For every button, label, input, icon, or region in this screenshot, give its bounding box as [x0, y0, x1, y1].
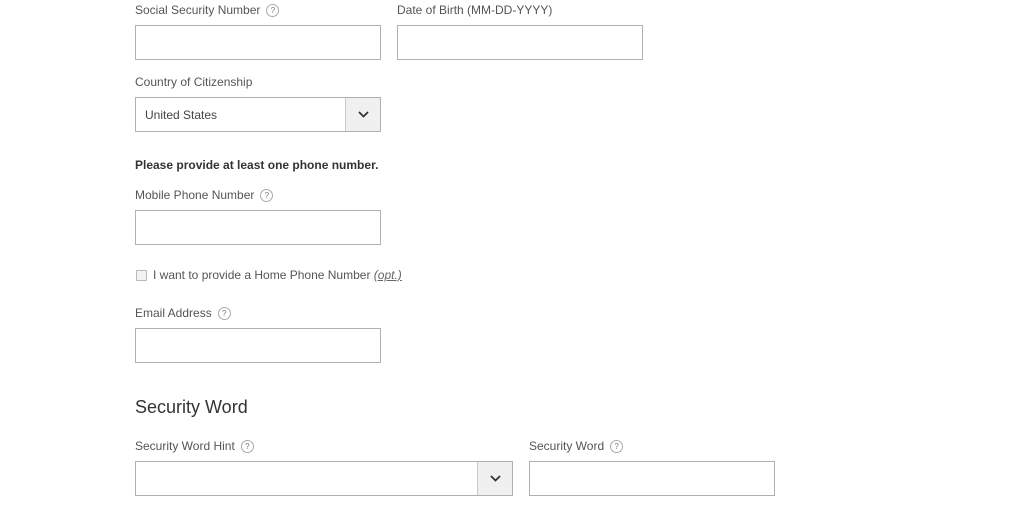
dob-input[interactable] [397, 25, 643, 60]
security-hint-label: Security Word Hint? [135, 439, 254, 453]
home-phone-option: I want to provide a Home Phone Number (o… [136, 268, 402, 282]
email-help-icon[interactable]: ? [217, 307, 231, 320]
email-label-text: Email Address [135, 306, 212, 320]
security-word-help-icon[interactable]: ? [610, 440, 624, 453]
citizenship-select[interactable]: United States [135, 97, 381, 132]
phone-note: Please provide at least one phone number… [135, 158, 379, 172]
security-word-label: Security Word? [529, 439, 624, 453]
security-hint-help-icon[interactable]: ? [240, 440, 254, 453]
chevron-down-icon [489, 475, 501, 482]
security-hint-label-text: Security Word Hint [135, 439, 235, 453]
security-hint-dropdown-button[interactable] [477, 462, 512, 495]
email-input[interactable] [135, 328, 381, 363]
ssn-help-icon[interactable]: ? [266, 4, 280, 17]
home-phone-label-text: I want to provide a Home Phone Number [153, 268, 371, 282]
ssn-label-text: Social Security Number [135, 3, 261, 17]
citizenship-label: Country of Citizenship [135, 75, 253, 89]
email-label: Email Address? [135, 306, 231, 320]
mobile-help-icon[interactable]: ? [260, 189, 274, 202]
citizenship-selected-value: United States [145, 107, 218, 122]
security-hint-selected-value [136, 462, 477, 495]
ssn-input[interactable] [135, 25, 381, 60]
mobile-phone-input[interactable] [135, 210, 381, 245]
optional-link[interactable]: (opt.) [374, 268, 402, 282]
home-phone-checkbox-label[interactable]: I want to provide a Home Phone Number (o… [153, 268, 402, 282]
citizenship-dropdown-button[interactable] [345, 98, 380, 131]
ssn-label: Social Security Number? [135, 3, 280, 17]
security-word-label-text: Security Word [529, 439, 605, 453]
home-phone-checkbox[interactable] [136, 269, 147, 281]
security-hint-select[interactable] [135, 461, 513, 496]
security-word-heading: Security Word [135, 397, 248, 417]
mobile-label: Mobile Phone Number? [135, 188, 274, 202]
security-word-input[interactable] [529, 461, 775, 496]
chevron-down-icon [357, 111, 369, 118]
mobile-label-text: Mobile Phone Number [135, 188, 255, 202]
dob-label: Date of Birth (MM-DD-YYYY) [397, 3, 553, 17]
